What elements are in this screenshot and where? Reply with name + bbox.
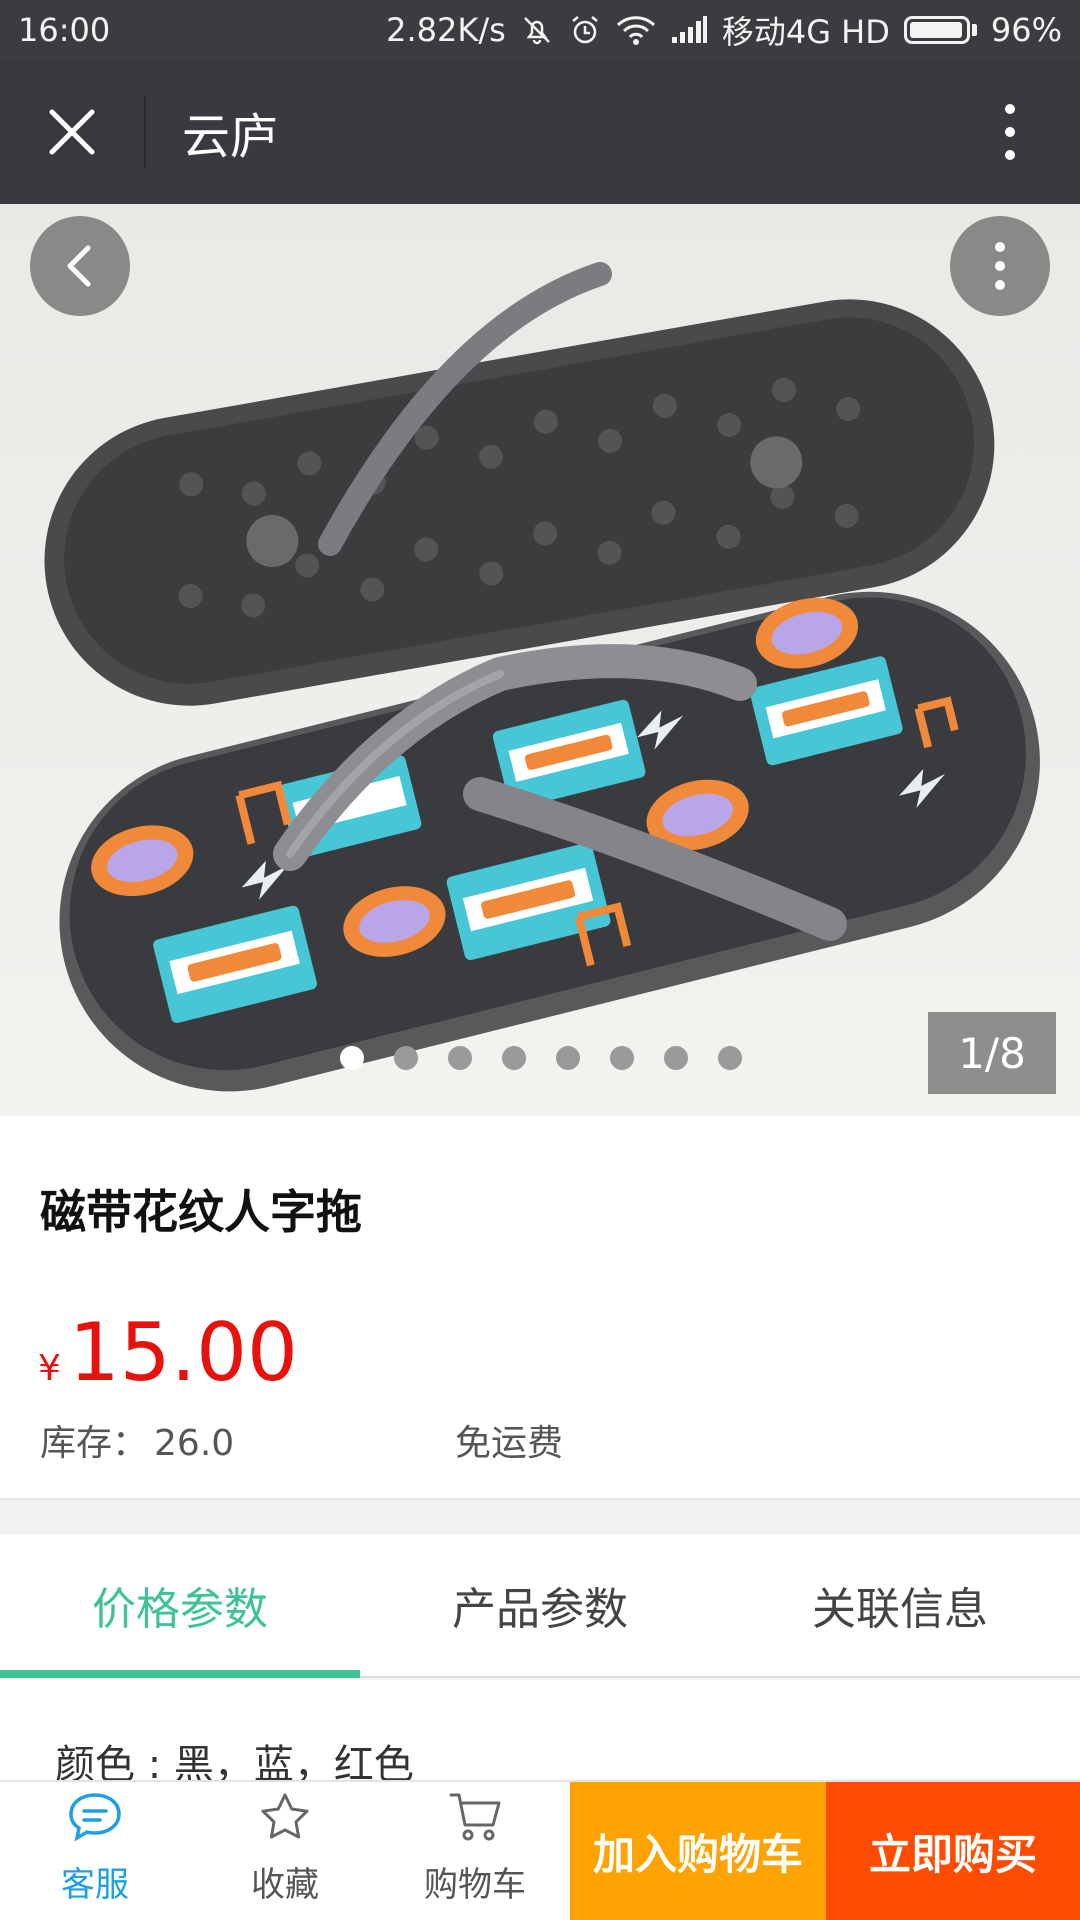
tab-price-params[interactable]: 价格参数 [0,1534,360,1678]
gallery-counter: 1/8 [928,1012,1056,1094]
currency-symbol: ¥ [38,1348,61,1389]
alarm-icon [568,13,602,47]
cart-icon [447,1785,503,1849]
buy-now-button[interactable]: 立即购买 [826,1782,1080,1920]
product-gallery[interactable]: 1/8 [0,204,1080,1116]
tab-related-info[interactable]: 关联信息 [720,1534,1080,1676]
stock-value: 26.0 [154,1423,235,1464]
stock-label: 库存： [40,1423,149,1464]
add-to-cart-button[interactable]: 加入购物车 [570,1782,826,1920]
close-icon [49,109,95,155]
shipping-info: 免运费 [455,1423,564,1464]
stock-info: 库存： 26.0 [40,1414,234,1466]
customer-service-button[interactable]: 客服 [0,1782,190,1920]
gallery-menu-button[interactable] [950,216,1050,316]
battery-percent: 96% [990,11,1062,49]
tab-product-params[interactable]: 产品参数 [360,1534,720,1676]
gallery-back-button[interactable] [30,216,130,316]
gallery-dot[interactable] [664,1046,688,1070]
gallery-dot[interactable] [502,1046,526,1070]
app-header: 云庐 [0,60,1080,204]
gallery-dot[interactable] [610,1046,634,1070]
gallery-dot[interactable] [340,1046,364,1070]
gallery-pagination-dots[interactable] [340,1046,742,1070]
shopping-cart-button[interactable]: 购物车 [380,1782,570,1920]
customer-service-label: 客服 [61,1865,129,1905]
product-image [0,204,1080,1116]
network-speed: 2.82K/s [386,11,506,49]
product-price: ¥ 15.00 [38,1306,298,1399]
product-name: 磁带花纹人字拖 [40,1185,362,1239]
more-menu-button[interactable] [940,60,1080,204]
page-title: 云庐 [182,109,279,165]
gallery-dot[interactable] [394,1046,418,1070]
shopping-cart-label: 购物车 [424,1865,526,1905]
more-vertical-icon [995,242,1005,290]
bottom-action-bar: 客服 收藏 购物车 加入购物车 立即购买 [0,1780,1080,1920]
more-vertical-icon [1005,104,1015,160]
status-bar: 16:00 2.82K/s 移动4G HD 96% [0,0,1080,60]
gallery-dot[interactable] [718,1046,742,1070]
price-value: 15.00 [68,1306,298,1399]
carrier-label: 移动4G HD [721,13,890,51]
chevron-left-icon [67,245,91,287]
header-divider [144,96,146,168]
gallery-dot[interactable] [556,1046,580,1070]
tab-content: 颜色 : 黑，蓝，红色 [0,1680,1080,1788]
close-button[interactable] [0,60,144,204]
detail-tabs: 价格参数 产品参数 关联信息 [0,1534,1080,1678]
chat-icon [67,1785,123,1849]
product-info: 磁带花纹人字拖 ¥ 15.00 库存： 26.0 免运费 [0,1116,1080,1500]
mute-icon [520,13,554,47]
battery-icon [903,16,977,44]
gallery-dot[interactable] [448,1046,472,1070]
star-icon [258,1785,312,1849]
signal-icon [670,15,708,45]
favorite-label: 收藏 [251,1865,319,1905]
status-right: 2.82K/s 移动4G HD 96% [386,7,1062,53]
wifi-icon [616,14,656,46]
status-time: 16:00 [18,11,111,49]
favorite-button[interactable]: 收藏 [190,1782,380,1920]
